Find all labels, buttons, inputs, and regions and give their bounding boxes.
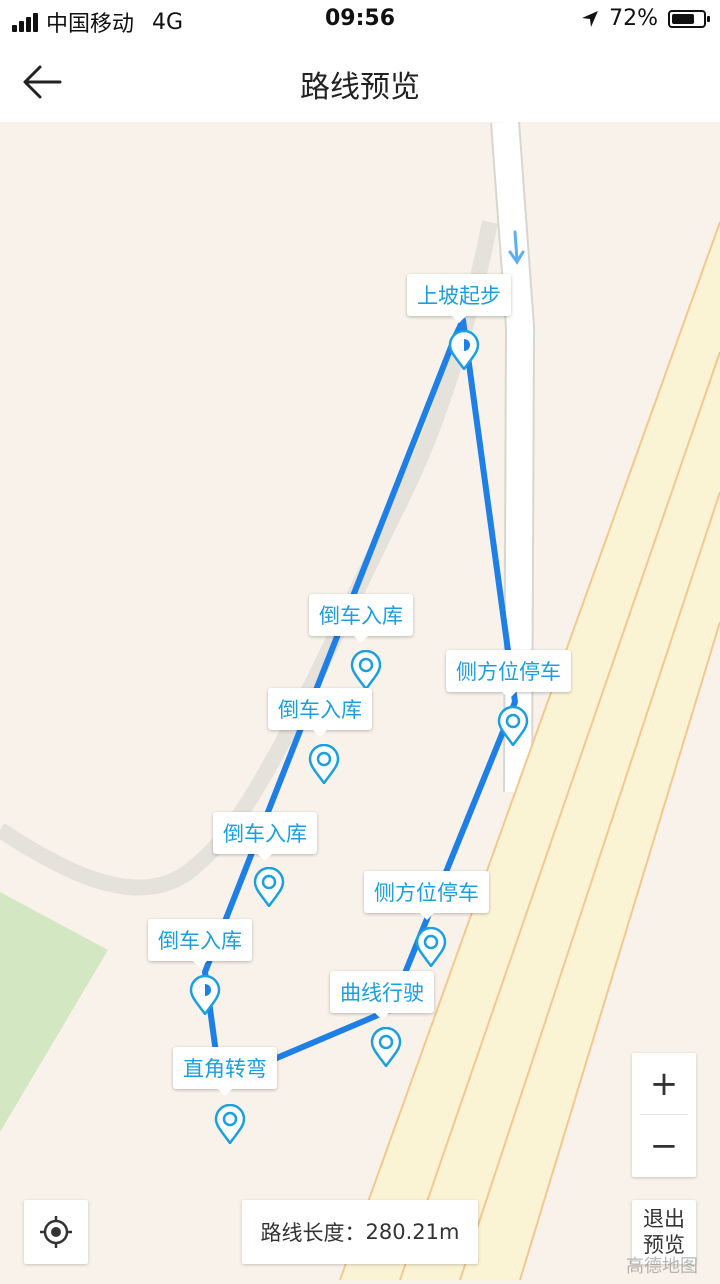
- station-pin-icon[interactable]: [415, 927, 447, 967]
- station-label[interactable]: 倒车入库: [309, 594, 413, 643]
- station-label[interactable]: 侧方位停车: [364, 871, 489, 920]
- map-watermark: 高德地图: [626, 1256, 698, 1277]
- route-length-value: 280.21m: [365, 1220, 460, 1244]
- location-arrow-icon: [582, 10, 599, 27]
- station-pin-icon[interactable]: [253, 867, 285, 907]
- zoom-control: + −: [632, 1053, 696, 1177]
- battery-percent: 72%: [609, 6, 658, 31]
- status-right: 72%: [581, 6, 710, 31]
- station-pin-icon[interactable]: [350, 650, 382, 690]
- station-pin-icon[interactable]: [308, 744, 340, 784]
- exit-preview-line1: 退出: [643, 1207, 685, 1231]
- station-label[interactable]: 曲线行驶: [330, 971, 434, 1020]
- station-label[interactable]: 上坡起步: [407, 274, 511, 323]
- locate-icon: [40, 1216, 72, 1248]
- page-title: 路线预览: [300, 70, 420, 105]
- zoom-in-button[interactable]: +: [632, 1053, 696, 1114]
- station-pin-icon[interactable]: [497, 706, 529, 746]
- station-pin-icon[interactable]: [370, 1027, 402, 1067]
- locate-button[interactable]: [24, 1200, 88, 1264]
- station-label[interactable]: 倒车入库: [268, 688, 372, 737]
- battery-icon: [668, 9, 710, 28]
- nav-bar: 路线预览: [0, 40, 720, 122]
- route-length-label: 路线长度：: [260, 1221, 366, 1245]
- station-pin-icon[interactable]: [214, 1104, 246, 1144]
- map-view[interactable]: 上坡起步 倒车入库 倒车入库 倒车入库 倒车入库 侧方位停车 侧方位停车 曲线行…: [0, 120, 720, 1281]
- route-length: 路线长度： 280.21m: [242, 1200, 478, 1264]
- station-label[interactable]: 倒车入库: [213, 812, 317, 861]
- status-bar: 中国移动 4G 09:56 72%: [0, 0, 720, 40]
- zoom-out-button[interactable]: −: [632, 1115, 696, 1176]
- station-pin-icon[interactable]: [448, 330, 480, 370]
- station-pin-icon[interactable]: [189, 975, 221, 1015]
- station-label[interactable]: 倒车入库: [148, 919, 252, 968]
- station-label[interactable]: 直角转弯: [173, 1047, 277, 1096]
- station-label[interactable]: 侧方位停车: [446, 650, 571, 699]
